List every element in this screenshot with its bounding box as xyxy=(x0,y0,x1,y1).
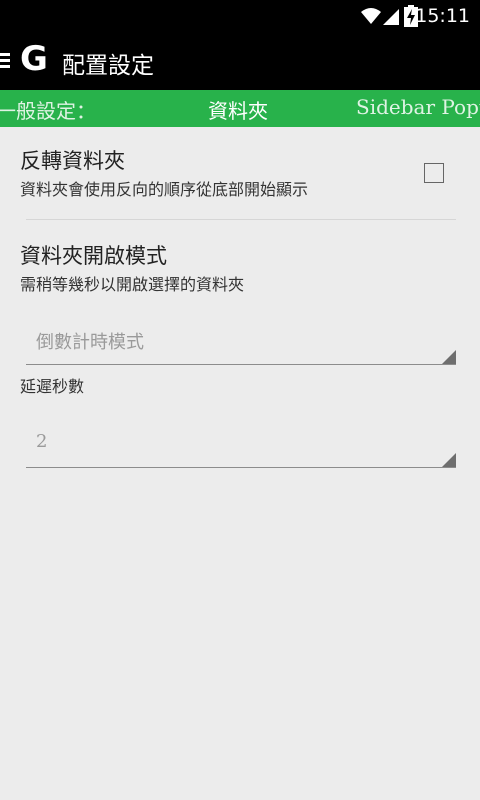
status-bar: 15:11 xyxy=(0,0,480,32)
open-mode-title: 資料夾開啟模式 xyxy=(20,244,167,268)
delay-spinner[interactable]: 2 xyxy=(26,421,456,468)
menu-icon[interactable] xyxy=(0,51,12,71)
clock: 15:11 xyxy=(415,5,470,27)
settings-content: 反轉資料夾 資料夾會使用反向的順序從底部開始顯示 資料夾開啟模式 需稍等幾秒以開… xyxy=(0,127,480,800)
dropdown-arrow-icon xyxy=(442,453,456,467)
tab-sidebar-popup[interactable]: Sidebar Popup xyxy=(356,95,480,119)
reverse-folder-checkbox[interactable] xyxy=(424,163,444,183)
reverse-folder-title[interactable]: 反轉資料夾 xyxy=(20,145,125,175)
open-mode-summary: 需稍等幾秒以開啟選擇的資料夾 xyxy=(20,275,245,294)
app-logo[interactable]: G xyxy=(20,42,48,76)
dropdown-arrow-icon xyxy=(442,350,456,364)
signal-icon xyxy=(383,9,399,25)
page-title: 配置設定 xyxy=(62,53,154,79)
divider xyxy=(26,219,456,220)
open-mode-spinner[interactable]: 倒數計時模式 xyxy=(26,318,456,365)
wifi-icon xyxy=(361,8,381,24)
reverse-folder-summary: 資料夾會使用反向的順序從底部開始顯示 xyxy=(20,180,309,199)
tab-bar: 一般設定： 資料夾 Sidebar Popup xyxy=(0,90,480,127)
tab-general[interactable]: 一般設定： xyxy=(0,95,96,124)
tab-folder[interactable]: 資料夾 xyxy=(208,95,268,124)
delay-value: 2 xyxy=(36,431,48,452)
open-mode-selected: 倒數計時模式 xyxy=(36,332,144,353)
delay-label: 延遲秒數 xyxy=(20,377,85,396)
action-bar: G 配置設定 xyxy=(0,32,480,90)
